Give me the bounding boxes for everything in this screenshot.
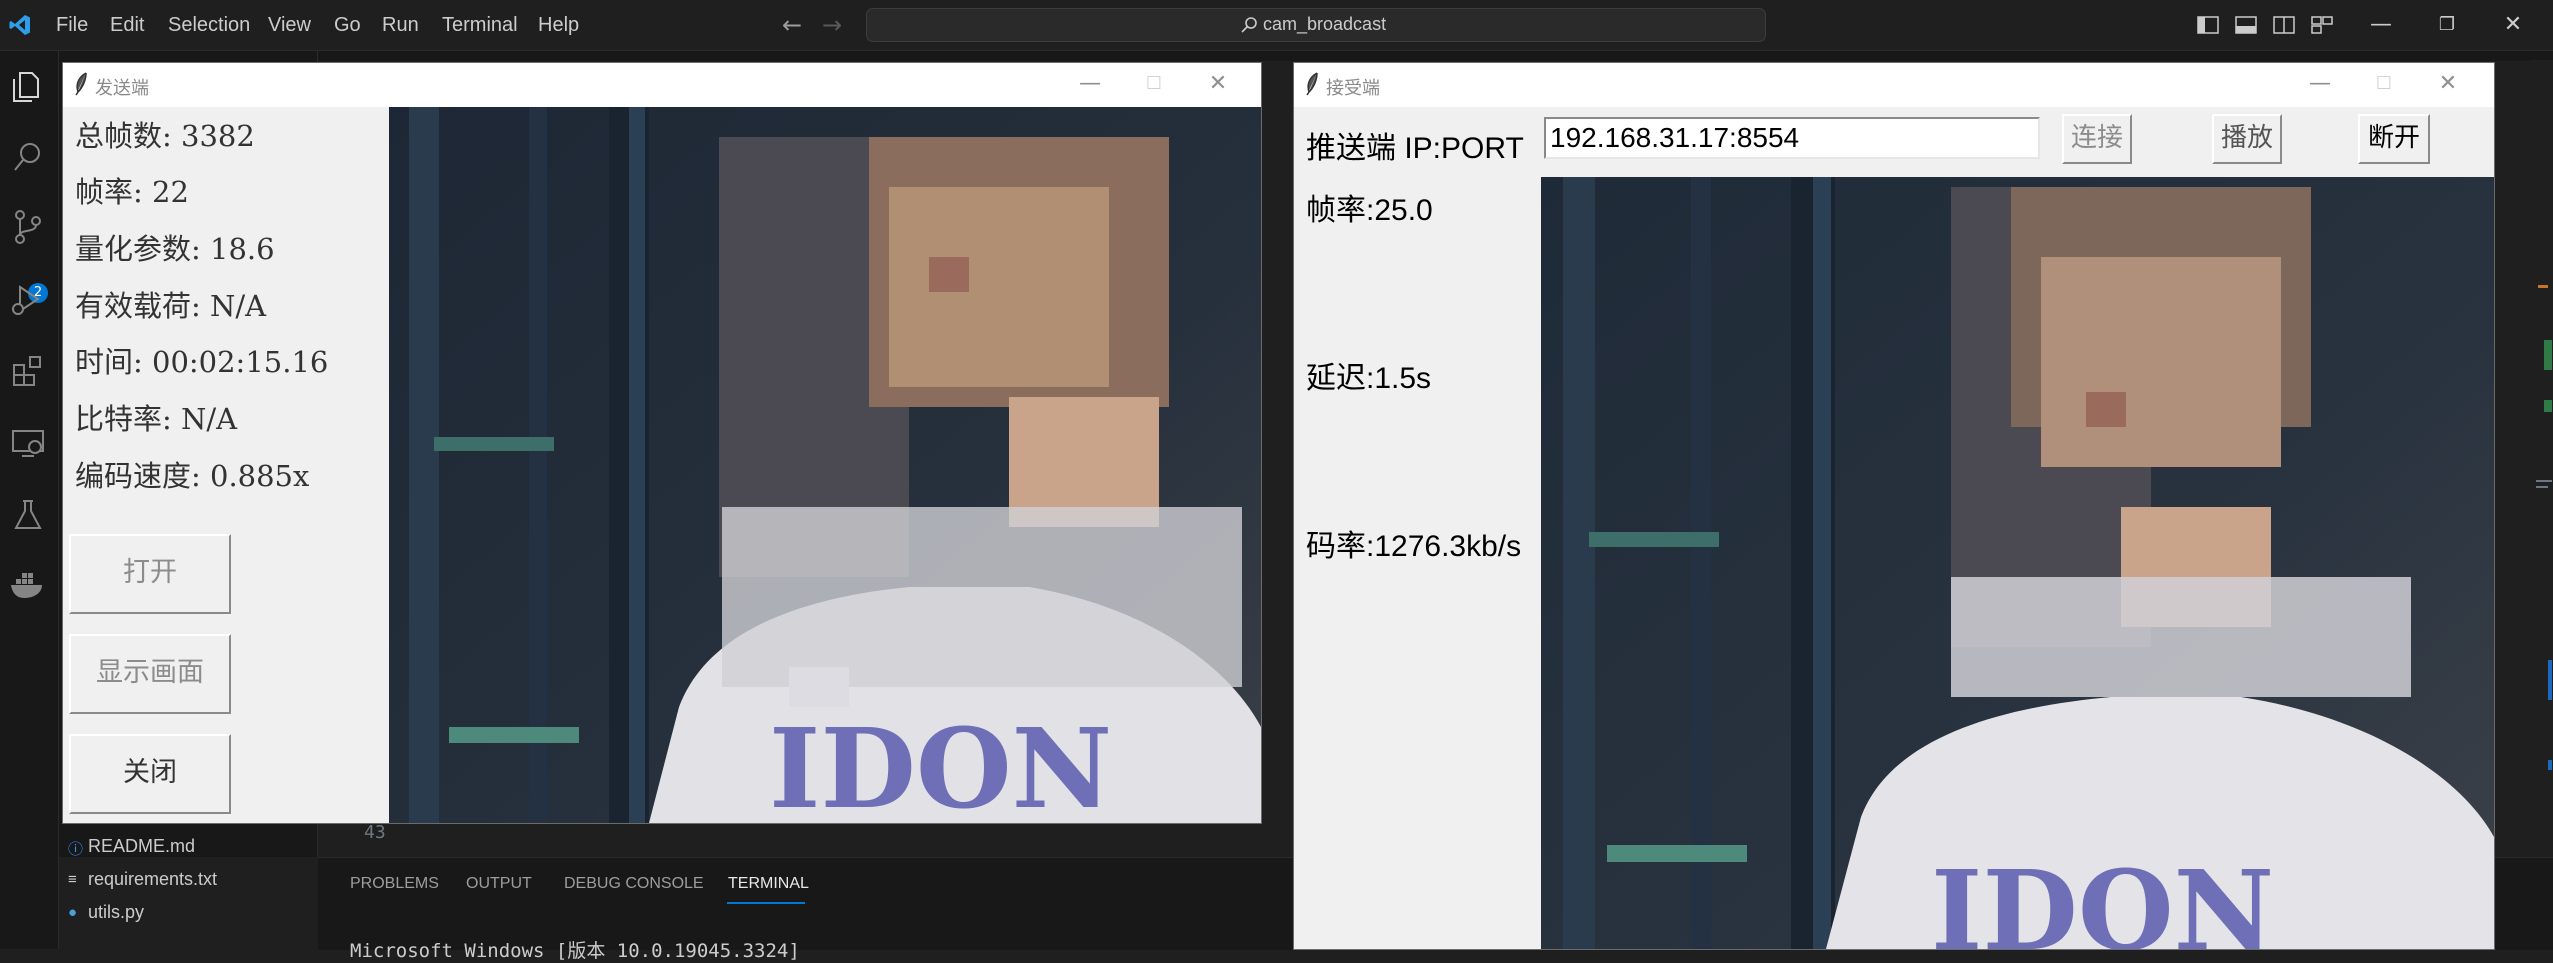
menu-run[interactable]: Run	[382, 10, 419, 40]
vscode-title-bar: File Edit Selection View Go Run Terminal…	[0, 0, 2553, 51]
line-number: 43	[364, 822, 386, 843]
menu-terminal[interactable]: Terminal	[442, 10, 518, 40]
back-arrow-icon[interactable]: ←	[782, 10, 802, 40]
disconnect-button[interactable]: 断开	[2358, 114, 2430, 164]
stat-fps: 帧率: 22	[75, 175, 189, 209]
tab-terminal[interactable]: TERMINAL	[728, 875, 809, 893]
recv-fps: 帧率:25.0	[1306, 194, 1433, 227]
testing-flask-icon[interactable]	[8, 495, 48, 535]
code-line-fragment	[370, 846, 630, 856]
svg-text:IDON: IDON	[1931, 846, 2274, 949]
stat-payload: 有效载荷: N/A	[75, 289, 267, 323]
search-icon[interactable]	[8, 137, 48, 177]
search-text: cam_broadcast	[1263, 14, 1387, 34]
menu-file[interactable]: File	[56, 10, 88, 40]
show-display-button[interactable]: 显示画面	[69, 634, 231, 714]
restore-icon[interactable]: ❐	[2424, 8, 2470, 42]
terminal-output-line: Microsoft Windows [版本 10.0.19045.3324]	[350, 940, 800, 962]
command-center-search[interactable]: cam_broadcast	[866, 8, 1766, 42]
ip-port-label: 推送端 IP:PORT	[1306, 132, 1524, 165]
minimap	[2530, 60, 2553, 856]
explorer-icon[interactable]	[8, 67, 48, 107]
vscode-logo-icon	[9, 15, 30, 35]
close-button[interactable]: 关闭	[69, 734, 231, 814]
menu-edit[interactable]: Edit	[110, 10, 144, 40]
stat-quantizer: 量化参数: 18.6	[75, 232, 275, 266]
minimize-icon[interactable]: —	[1070, 67, 1110, 101]
sender-video-frame: IDON	[389, 107, 1261, 823]
tab-problems[interactable]: PROBLEMS	[350, 875, 439, 893]
extensions-icon[interactable]	[8, 351, 48, 391]
activity-bar: 2	[0, 51, 59, 949]
receiver-title-bar: 接受端 — ☐ ✕	[1294, 63, 2494, 107]
toggle-secondary-sidebar-icon[interactable]	[2272, 13, 2296, 37]
stat-bitrate: 比特率: N/A	[75, 402, 238, 436]
info-icon: ⓘ	[68, 841, 84, 858]
close-icon[interactable]: ✕	[2490, 8, 2536, 42]
maximize-icon: ☐	[1145, 73, 1163, 94]
docker-icon[interactable]	[8, 565, 48, 605]
file-item-utils[interactable]: ● utils.py	[68, 902, 145, 923]
tk-feather-icon	[1306, 72, 1318, 96]
file-name: README.md	[88, 836, 196, 856]
menu-selection[interactable]: Selection	[168, 10, 250, 40]
active-tab-indicator	[727, 902, 805, 904]
tab-debug-console[interactable]: DEBUG CONSOLE	[564, 875, 704, 893]
connect-button[interactable]: 连接	[2062, 114, 2132, 164]
close-icon[interactable]: ✕	[2428, 67, 2468, 101]
menu-view[interactable]: View	[268, 10, 311, 40]
receiver-window: 接受端 — ☐ ✕ 推送端 IP:PORT 192.168.31.17:8554…	[1294, 63, 2494, 949]
run-debug-icon[interactable]	[8, 279, 48, 319]
file-name: requirements.txt	[88, 869, 218, 889]
stat-encode-speed: 编码速度: 0.885x	[75, 459, 310, 493]
maximize-icon: ☐	[2375, 73, 2393, 94]
toggle-panel-icon[interactable]	[2234, 13, 2258, 37]
toggle-sidebar-icon[interactable]	[2196, 13, 2220, 37]
remote-explorer-icon[interactable]	[8, 423, 48, 463]
lines-icon: ≡	[68, 871, 77, 888]
editor-tabs	[318, 51, 2553, 61]
customize-layout-icon[interactable]	[2310, 13, 2334, 37]
search-icon	[1241, 17, 1257, 33]
play-button[interactable]: 播放	[2212, 114, 2282, 164]
recv-latency: 延迟:1.5s	[1306, 362, 1432, 395]
file-item-requirements[interactable]: ≡ requirements.txt	[68, 869, 218, 890]
tab-output[interactable]: OUTPUT	[466, 875, 532, 893]
ip-port-input[interactable]: 192.168.31.17:8554	[1544, 117, 2040, 159]
minimize-icon[interactable]: —	[2358, 8, 2404, 42]
minimize-icon[interactable]: —	[2300, 67, 2340, 101]
open-button[interactable]: 打开	[69, 534, 231, 614]
file-item-readme[interactable]: ⓘ README.md	[68, 836, 196, 858]
file-name: utils.py	[88, 902, 145, 922]
receiver-video-frame: IDON	[1541, 177, 2494, 949]
python-icon: ●	[68, 904, 78, 921]
forward-arrow-icon[interactable]: →	[822, 10, 842, 40]
sender-window-title: 发送端	[95, 78, 149, 99]
stat-total-frames: 总帧数: 3382	[75, 119, 255, 153]
sender-window: 发送端 — ☐ ✕ 总帧数: 3382 帧率: 22 量化参数: 18.6 有效…	[63, 63, 1261, 823]
svg-text:IDON: IDON	[769, 704, 1112, 823]
sender-title-bar: 发送端 — ☐ ✕	[63, 63, 1261, 107]
menu-go[interactable]: Go	[334, 10, 361, 40]
tk-feather-icon	[75, 72, 87, 96]
menu-help[interactable]: Help	[538, 10, 579, 40]
recv-bitrate: 码率:1276.3kb/s	[1306, 530, 1522, 563]
close-icon[interactable]: ✕	[1198, 67, 1238, 101]
source-control-icon[interactable]	[8, 207, 48, 247]
receiver-window-title: 接受端	[1326, 78, 1380, 99]
stat-time: 时间: 00:02:15.16	[75, 345, 329, 379]
